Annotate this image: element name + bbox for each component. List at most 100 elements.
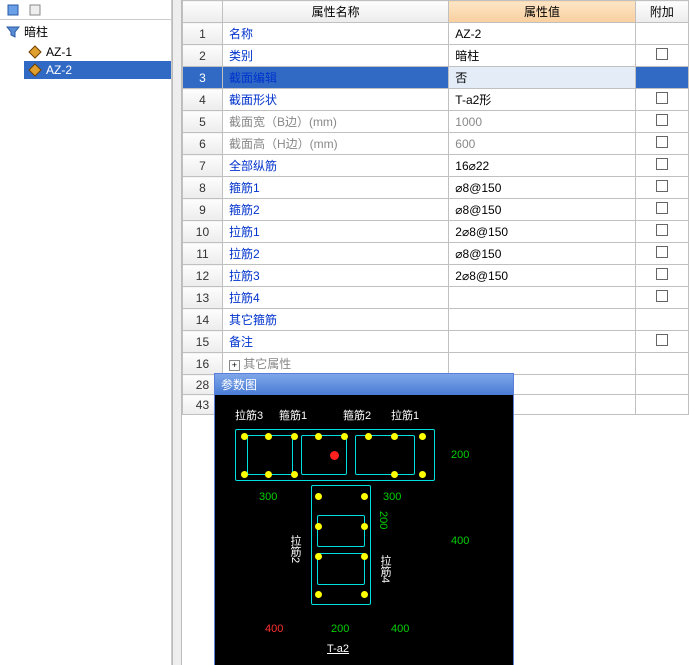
checkbox[interactable]	[656, 246, 668, 258]
tree-panel: 暗柱 AZ-1 AZ-2	[0, 0, 172, 665]
property-value[interactable]: ⌀8@150	[449, 199, 635, 221]
property-name: 拉筋3	[222, 265, 448, 287]
property-add[interactable]	[635, 309, 688, 331]
property-add[interactable]	[635, 331, 688, 353]
toolbar-icon-b[interactable]	[28, 3, 42, 17]
row-number: 5	[183, 111, 223, 133]
checkbox[interactable]	[656, 136, 668, 148]
row-number: 13	[183, 287, 223, 309]
property-name: 箍筋1	[222, 177, 448, 199]
property-panel: 属性名称 属性值 附加 1名称AZ-22类别暗柱3截面编辑否4截面形状T-a2形…	[182, 0, 689, 665]
property-row[interactable]: 10拉筋12⌀8@150	[183, 221, 689, 243]
row-number: 2	[183, 45, 223, 67]
toolbar-icon-a[interactable]	[6, 3, 20, 17]
checkbox[interactable]	[656, 92, 668, 104]
pillar-icon	[28, 63, 42, 77]
property-value[interactable]	[449, 331, 635, 353]
property-name: 备注	[222, 331, 448, 353]
property-row[interactable]: 16+ 其它属性	[183, 353, 689, 375]
diagram-canvas: 拉筋3 箍筋1 箍筋2 拉筋1	[215, 395, 513, 665]
property-value[interactable]: 16⌀22	[449, 155, 635, 177]
property-row[interactable]: 2类别暗柱	[183, 45, 689, 67]
property-value[interactable]	[449, 353, 635, 375]
checkbox[interactable]	[656, 158, 668, 170]
property-add[interactable]	[635, 243, 688, 265]
property-value[interactable]: 2⌀8@150	[449, 265, 635, 287]
checkbox[interactable]	[656, 224, 668, 236]
property-name: 其它箍筋	[222, 309, 448, 331]
property-add[interactable]	[635, 89, 688, 111]
tree-root[interactable]: 暗柱	[0, 20, 171, 43]
property-row[interactable]: 4截面形状T-a2形	[183, 89, 689, 111]
header-name[interactable]: 属性名称	[222, 1, 448, 23]
checkbox[interactable]	[656, 290, 668, 302]
property-value[interactable]: T-a2形	[449, 89, 635, 111]
property-add[interactable]	[635, 375, 688, 395]
property-value[interactable]: ⌀8@150	[449, 177, 635, 199]
checkbox[interactable]	[656, 268, 668, 280]
expand-icon[interactable]: +	[229, 360, 240, 371]
property-add[interactable]	[635, 45, 688, 67]
property-value[interactable]	[449, 287, 635, 309]
property-row[interactable]: 5截面宽（B边）(mm)1000	[183, 111, 689, 133]
property-name: 名称	[222, 23, 448, 45]
row-number: 4	[183, 89, 223, 111]
dim-400-right: 400	[451, 535, 469, 547]
property-name: 全部纵筋	[222, 155, 448, 177]
header-add[interactable]: 附加	[635, 1, 688, 23]
property-add[interactable]	[635, 287, 688, 309]
property-value[interactable]	[449, 309, 635, 331]
dim-200-v: 200	[377, 511, 389, 529]
checkbox[interactable]	[656, 114, 668, 126]
property-add[interactable]	[635, 353, 688, 375]
property-name: 拉筋2	[222, 243, 448, 265]
property-value[interactable]: 暗柱	[449, 45, 635, 67]
property-value[interactable]: ⌀8@150	[449, 243, 635, 265]
property-value[interactable]: 600	[449, 133, 635, 155]
checkbox[interactable]	[656, 334, 668, 346]
property-row[interactable]: 9箍筋2⌀8@150	[183, 199, 689, 221]
row-number: 16	[183, 353, 223, 375]
property-value[interactable]: 2⌀8@150	[449, 221, 635, 243]
header-value[interactable]: 属性值	[449, 1, 635, 23]
property-add[interactable]	[635, 221, 688, 243]
label-gujin2: 箍筋2	[343, 407, 371, 423]
tree-item-az2[interactable]: AZ-2	[24, 61, 171, 79]
dim-300-r: 300	[383, 491, 401, 503]
dim-300-l: 300	[259, 491, 277, 503]
stirrup-top-c	[355, 435, 415, 475]
checkbox[interactable]	[656, 48, 668, 60]
center-dot	[330, 451, 339, 460]
checkbox[interactable]	[656, 180, 668, 192]
diagram-title: 参数图	[215, 374, 513, 395]
property-row[interactable]: 13拉筋4	[183, 287, 689, 309]
tree-item-az1[interactable]: AZ-1	[24, 43, 171, 61]
property-add[interactable]	[635, 395, 688, 415]
property-row[interactable]: 12拉筋32⌀8@150	[183, 265, 689, 287]
property-row[interactable]: 6截面高（H边）(mm)600	[183, 133, 689, 155]
property-add[interactable]	[635, 133, 688, 155]
property-row[interactable]: 1名称AZ-2	[183, 23, 689, 45]
property-add[interactable]	[635, 111, 688, 133]
property-add[interactable]	[635, 265, 688, 287]
property-row[interactable]: 15备注	[183, 331, 689, 353]
property-add[interactable]	[635, 67, 688, 89]
property-row[interactable]: 14其它箍筋	[183, 309, 689, 331]
row-number: 15	[183, 331, 223, 353]
property-add[interactable]	[635, 199, 688, 221]
property-row[interactable]: 11拉筋2⌀8@150	[183, 243, 689, 265]
property-add[interactable]	[635, 177, 688, 199]
checkbox[interactable]	[656, 202, 668, 214]
property-name: 截面形状	[222, 89, 448, 111]
property-add[interactable]	[635, 155, 688, 177]
property-add[interactable]	[635, 23, 688, 45]
property-row[interactable]: 8箍筋1⌀8@150	[183, 177, 689, 199]
filter-icon	[6, 25, 20, 39]
dim-200-right-a: 200	[451, 449, 469, 461]
property-row[interactable]: 3截面编辑否	[183, 67, 689, 89]
property-value[interactable]: 1000	[449, 111, 635, 133]
property-value[interactable]: AZ-2	[449, 23, 635, 45]
property-value[interactable]: 否	[449, 67, 635, 89]
property-row[interactable]: 7全部纵筋16⌀22	[183, 155, 689, 177]
splitter[interactable]	[172, 0, 182, 665]
